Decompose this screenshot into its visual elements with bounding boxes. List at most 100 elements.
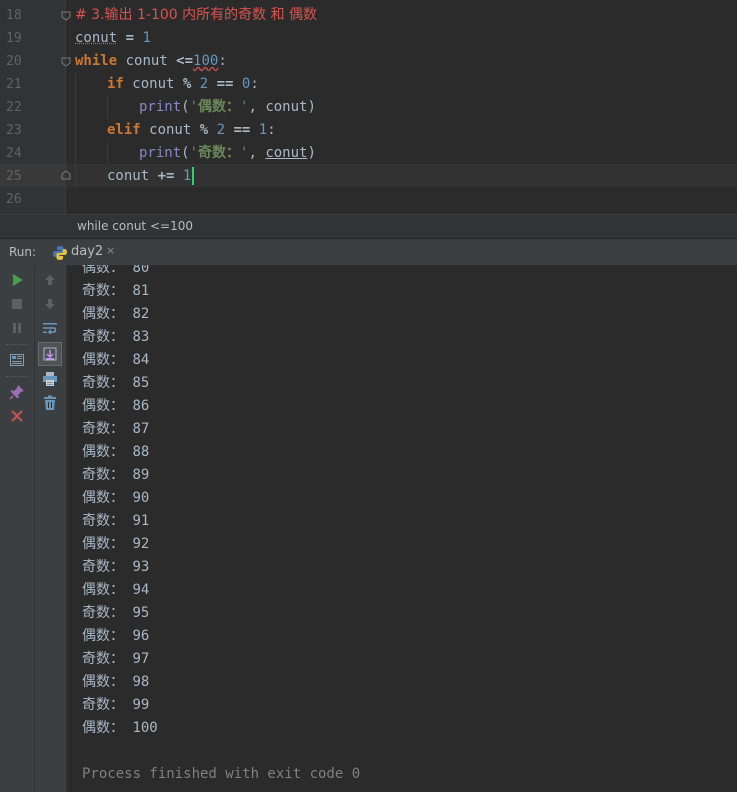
console-line: 偶数： 90 (82, 487, 149, 510)
variable-token: conut (75, 30, 118, 46)
line-number: 18 (6, 8, 22, 23)
fold-marker-icon[interactable] (61, 11, 71, 21)
console-line: 偶数： 88 (82, 441, 149, 464)
code-editor[interactable]: 18 19 20 21 22 23 24 25 26 # 3.输出 1-100 … (0, 0, 737, 214)
breadcrumb[interactable]: while conut <=100 (0, 214, 737, 238)
console-line: 偶数： 94 (82, 579, 149, 602)
operator-token: % (199, 122, 217, 138)
code-line-22: print('偶数：', conut) (139, 96, 316, 119)
down-arrow-icon[interactable] (39, 293, 61, 315)
output-value: 80 (132, 265, 150, 276)
console-line: 奇数： 85 (82, 372, 149, 395)
output-value: 90 (132, 490, 150, 506)
colon-token: : (267, 122, 276, 138)
output-value: 97 (132, 651, 150, 667)
line-number: 25 (6, 169, 22, 184)
breadcrumb-item[interactable]: while conut <=100 (77, 219, 193, 233)
keyword-token: while (75, 53, 118, 69)
output-value: 89 (132, 467, 150, 483)
output-label: 偶数： (82, 628, 124, 644)
console-line: 偶数： 82 (82, 303, 149, 326)
output-value: 86 (132, 398, 150, 414)
output-value: 95 (132, 605, 150, 621)
console-line: 奇数： 97 (82, 648, 149, 671)
comment-token: # 3.输出 1-100 内所有的奇数 和 偶数 (75, 7, 318, 23)
string-token: 奇数： (198, 145, 241, 161)
scroll-to-end-icon[interactable] (38, 342, 62, 366)
output-value: 82 (132, 306, 150, 322)
paren-token: ( (181, 145, 190, 161)
args-token: , conut) (248, 99, 316, 115)
output-label: 偶数： (82, 582, 124, 598)
soft-wrap-icon[interactable] (39, 317, 61, 339)
output-label: 奇数： (82, 421, 124, 437)
layout-icon[interactable] (6, 349, 28, 371)
output-value: 85 (132, 375, 150, 391)
variable-token: conut (107, 168, 158, 184)
code-line-24: print('奇数：', conut) (139, 142, 316, 165)
output-value: 99 (132, 697, 150, 713)
console-line: 奇数： 99 (82, 694, 149, 717)
pin-icon[interactable] (6, 381, 28, 403)
run-toolbar-primary (0, 265, 35, 792)
tab-label: day2 (71, 244, 104, 259)
code-line-19: conut = 1 (75, 27, 151, 50)
quote-token: ' (189, 145, 199, 161)
tab-day2[interactable]: day2 × (46, 239, 122, 265)
python-icon (52, 245, 68, 265)
output-label: 偶数： (82, 265, 124, 276)
paren-token: ( (181, 99, 190, 115)
console-line: 偶数： 100 (82, 717, 158, 740)
operator-token: += (157, 168, 175, 184)
up-arrow-icon[interactable] (39, 269, 61, 291)
output-label: 偶数： (82, 306, 124, 322)
console-line: 奇数： 91 (82, 510, 149, 533)
colon-token: : (218, 53, 227, 69)
code-line-25: conut += 1 (107, 165, 195, 188)
line-number: 22 (6, 100, 22, 115)
output-label: 偶数： (82, 674, 124, 690)
output-label: 偶数： (82, 720, 124, 736)
fold-marker-icon[interactable] (61, 57, 71, 67)
output-value: 88 (132, 444, 150, 460)
close-icon[interactable] (6, 405, 28, 427)
number-token: 1 (258, 122, 268, 138)
output-value: 84 (132, 352, 150, 368)
variable-token: conut (123, 76, 183, 92)
text-caret (192, 167, 195, 185)
output-label: 奇数： (82, 697, 124, 713)
operator-token: == (208, 76, 242, 92)
close-tab-icon[interactable]: × (106, 244, 115, 257)
line-number: 20 (6, 54, 22, 69)
toolbar-separator (6, 376, 28, 378)
output-label: 偶数： (82, 398, 124, 414)
operator-token: == (225, 122, 259, 138)
fold-end-marker-icon[interactable] (61, 170, 71, 180)
run-label: Run: (9, 245, 37, 259)
line-number: 21 (6, 77, 22, 92)
comma-token: , (248, 145, 266, 161)
code-line-23: elif conut % 2 == 1: (107, 119, 276, 142)
code-line-18: # 3.输出 1-100 内所有的奇数 和 偶数 (75, 4, 317, 27)
console-output[interactable]: 偶数： 80 奇数： 81 偶数： 82 奇数： 83 偶数： 84 奇数： 8… (67, 265, 737, 792)
console-line: 偶数： 84 (82, 349, 149, 372)
number-token: 1 (174, 168, 192, 184)
stop-icon[interactable] (6, 293, 28, 315)
trash-icon[interactable] (39, 392, 61, 414)
line-number: 24 (6, 146, 22, 161)
output-label: 奇数： (82, 651, 124, 667)
colon-token: : (250, 76, 259, 92)
output-label: 偶数： (82, 490, 124, 506)
output-value: 96 (132, 628, 150, 644)
print-icon[interactable] (39, 368, 61, 390)
line-number: 23 (6, 123, 22, 138)
output-label: 奇数： (82, 283, 124, 299)
number-token: 2 (216, 122, 226, 138)
run-icon[interactable] (6, 269, 28, 291)
operator-token: = (117, 30, 143, 46)
output-label: 奇数： (82, 513, 124, 529)
console-line: 奇数： 81 (82, 280, 149, 303)
keyword-token: if (107, 76, 124, 92)
pause-icon[interactable] (6, 317, 28, 339)
console-line: 偶数： 80 (82, 265, 149, 280)
